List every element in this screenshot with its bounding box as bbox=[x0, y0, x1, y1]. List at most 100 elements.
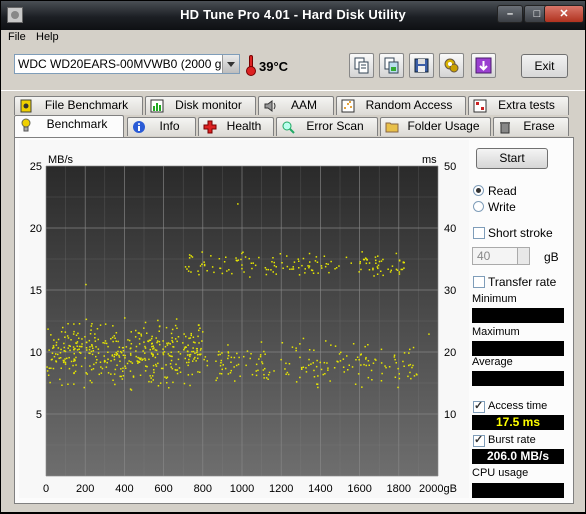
access-time-point bbox=[320, 368, 323, 371]
access-time-point bbox=[350, 262, 352, 264]
access-time-point bbox=[338, 353, 341, 355]
access-time-point bbox=[182, 342, 184, 344]
access-time-point bbox=[135, 329, 137, 332]
access-time-point bbox=[119, 375, 121, 378]
access-time-point bbox=[227, 354, 230, 357]
access-time-point bbox=[218, 258, 221, 260]
access-time-point bbox=[129, 352, 132, 355]
access-time-point bbox=[265, 273, 268, 276]
access-time-point bbox=[216, 377, 218, 379]
read-radio[interactable] bbox=[473, 185, 484, 196]
access-time-point bbox=[107, 358, 109, 360]
access-time-point bbox=[322, 373, 324, 376]
access-time-point bbox=[267, 378, 269, 380]
access-time-point bbox=[120, 350, 122, 353]
access-time-point bbox=[302, 257, 305, 260]
access-time-point bbox=[380, 362, 383, 364]
access-time-point bbox=[316, 261, 319, 263]
access-time-point bbox=[246, 350, 249, 352]
access-time-point bbox=[110, 373, 112, 375]
short-stroke-stepper[interactable]: 40 bbox=[472, 247, 530, 265]
access-time-point bbox=[176, 369, 179, 371]
access-time-point bbox=[149, 339, 152, 341]
transfer-rate-checkbox[interactable] bbox=[473, 276, 485, 288]
x-tick-label: 400 bbox=[115, 483, 133, 495]
x-tick-label: 600 bbox=[154, 483, 172, 495]
access-time-point bbox=[308, 265, 311, 267]
access-time-point bbox=[227, 351, 229, 353]
write-radio[interactable] bbox=[473, 201, 484, 212]
access-time-point bbox=[104, 323, 107, 325]
access-time-point bbox=[380, 348, 383, 351]
access-time-checkbox[interactable] bbox=[473, 399, 485, 413]
access-time-point bbox=[267, 268, 270, 271]
burst-rate-checkbox[interactable] bbox=[473, 433, 485, 447]
access-time-point bbox=[192, 350, 195, 353]
access-time-point bbox=[243, 271, 245, 273]
access-time-point bbox=[135, 350, 137, 352]
access-time-point bbox=[358, 359, 360, 361]
access-time-point bbox=[196, 351, 198, 354]
access-time-point bbox=[63, 360, 65, 362]
access-time-point bbox=[50, 359, 53, 361]
access-time-point bbox=[98, 373, 100, 376]
access-time-point bbox=[176, 327, 178, 329]
access-time-point bbox=[75, 356, 77, 359]
access-time-point bbox=[218, 350, 220, 353]
access-time-point bbox=[102, 342, 104, 344]
access-time-point bbox=[410, 377, 412, 380]
access-time-point bbox=[334, 268, 336, 270]
short-stroke-checkbox[interactable] bbox=[473, 227, 485, 239]
access-time-point bbox=[284, 368, 286, 370]
access-time-point bbox=[220, 373, 223, 375]
access-time-point bbox=[394, 376, 397, 378]
access-time-point bbox=[222, 364, 224, 366]
access-time-point bbox=[241, 252, 243, 255]
access-time-point bbox=[158, 340, 161, 343]
access-time-point bbox=[154, 349, 157, 351]
access-time-point bbox=[144, 357, 146, 360]
access-time-point bbox=[327, 263, 329, 265]
access-time-point bbox=[365, 364, 367, 367]
access-time-point bbox=[47, 328, 49, 330]
access-time-point bbox=[83, 386, 85, 389]
access-time-point bbox=[211, 266, 214, 268]
access-time-point bbox=[137, 332, 140, 334]
access-time-point bbox=[125, 367, 127, 369]
access-time-point bbox=[264, 267, 267, 269]
access-time-point bbox=[49, 381, 51, 384]
stepper-up-icon[interactable] bbox=[517, 248, 529, 256]
access-time-point bbox=[59, 352, 62, 354]
access-time-point bbox=[137, 360, 139, 363]
access-time-point bbox=[151, 375, 154, 377]
access-time-point bbox=[224, 367, 227, 370]
access-time-point bbox=[194, 356, 196, 359]
access-time-point bbox=[122, 375, 125, 377]
access-time-point bbox=[94, 333, 96, 335]
access-time-point bbox=[345, 256, 348, 259]
access-time-point bbox=[250, 262, 253, 264]
start-button[interactable]: Start bbox=[476, 148, 548, 169]
access-time-point bbox=[241, 267, 243, 270]
access-time-point bbox=[86, 373, 88, 375]
stepper-down-icon[interactable] bbox=[517, 256, 529, 264]
access-time-point bbox=[261, 362, 264, 365]
access-time-point bbox=[90, 368, 93, 371]
access-time-point bbox=[393, 356, 396, 358]
access-time-point bbox=[342, 366, 345, 368]
x-tick-label: 2000gB bbox=[419, 483, 457, 495]
y-right-tick-label: 20 bbox=[444, 347, 456, 359]
access-time-point bbox=[356, 356, 359, 358]
access-time-point bbox=[329, 380, 331, 382]
access-time-point bbox=[380, 380, 383, 382]
access-time-point bbox=[268, 371, 271, 374]
access-time-point bbox=[367, 360, 370, 362]
access-time-point bbox=[203, 358, 205, 361]
access-time-point bbox=[140, 335, 143, 337]
access-time-point bbox=[413, 375, 416, 377]
access-time-point bbox=[201, 263, 203, 265]
access-time-point bbox=[295, 381, 298, 383]
access-time-point bbox=[64, 361, 67, 364]
access-time-point bbox=[88, 339, 91, 342]
y-right-tick-label: 30 bbox=[444, 285, 456, 297]
